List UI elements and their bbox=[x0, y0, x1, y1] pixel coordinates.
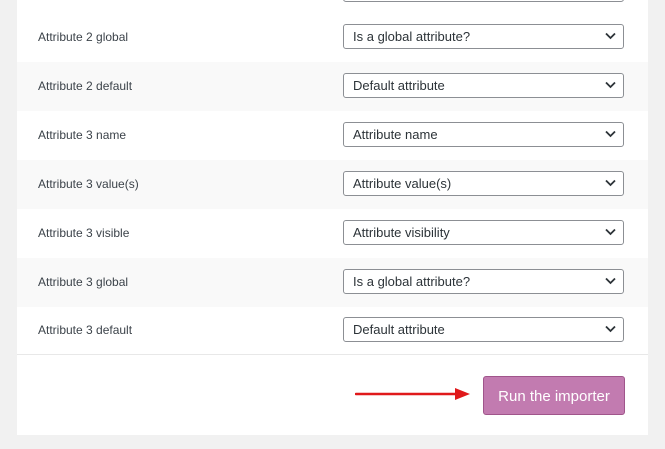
mapping-row-attribute-2-default: Attribute 2 default Default attribute bbox=[17, 62, 648, 111]
chevron-down-icon bbox=[605, 32, 616, 40]
map-to-field-select[interactable]: Attribute visibility bbox=[343, 220, 624, 245]
red-arrow-icon bbox=[355, 388, 470, 400]
mapping-row-attribute-3-visible: Attribute 3 visible Attribute visibility bbox=[17, 209, 648, 258]
column-name-label: Attribute 3 value(s) bbox=[38, 177, 139, 191]
map-to-field-select[interactable]: Is a global attribute? bbox=[343, 24, 624, 49]
column-name-label: Attribute 3 global bbox=[38, 275, 129, 289]
select-value: Default attribute bbox=[353, 322, 445, 337]
select-value: Default attribute bbox=[353, 78, 445, 93]
chevron-down-icon bbox=[605, 277, 616, 285]
map-to-field-select[interactable]: Attribute value(s) bbox=[343, 171, 624, 196]
select-value: Attribute value(s) bbox=[353, 176, 452, 191]
column-name-label: Attribute 3 default bbox=[38, 323, 133, 337]
mapping-row-attribute-3-default: Attribute 3 default Default attribute bbox=[17, 306, 648, 355]
column-name-label: Attribute 2 global bbox=[38, 30, 129, 44]
mapping-row-attribute-3-global: Attribute 3 global Is a global attribute… bbox=[17, 258, 648, 307]
footer-divider bbox=[17, 354, 648, 355]
map-to-field-select[interactable]: Is a global attribute? bbox=[343, 269, 624, 294]
chevron-down-icon bbox=[605, 179, 616, 187]
map-to-field-select[interactable]: Default attribute bbox=[343, 317, 624, 342]
previous-attribute-select[interactable] bbox=[343, 0, 624, 2]
column-name-label: Attribute 2 default bbox=[38, 79, 133, 93]
map-to-field-select[interactable]: Default attribute bbox=[343, 73, 624, 98]
chevron-down-icon bbox=[605, 130, 616, 138]
column-name-label: Attribute 3 name bbox=[38, 128, 127, 142]
run-importer-button[interactable]: Run the importer bbox=[483, 376, 625, 415]
chevron-down-icon bbox=[605, 228, 616, 236]
chevron-down-icon bbox=[605, 325, 616, 333]
select-value: Is a global attribute? bbox=[353, 29, 471, 44]
mapping-row-attribute-2-global: Attribute 2 global Is a global attribute… bbox=[17, 13, 648, 62]
mapping-row-attribute-3-values: Attribute 3 value(s) Attribute value(s) bbox=[17, 160, 648, 209]
column-name-label: Attribute 3 visible bbox=[38, 226, 130, 240]
map-to-field-select[interactable]: Attribute name bbox=[343, 122, 624, 147]
select-value: Attribute name bbox=[353, 127, 438, 142]
mapping-row-attribute-3-name: Attribute 3 name Attribute name bbox=[17, 111, 648, 160]
column-mapping-card: Attribute 2 global Is a global attribute… bbox=[17, 0, 648, 435]
chevron-down-icon bbox=[605, 81, 616, 89]
select-value: Is a global attribute? bbox=[353, 274, 471, 289]
select-value: Attribute visibility bbox=[353, 225, 450, 240]
